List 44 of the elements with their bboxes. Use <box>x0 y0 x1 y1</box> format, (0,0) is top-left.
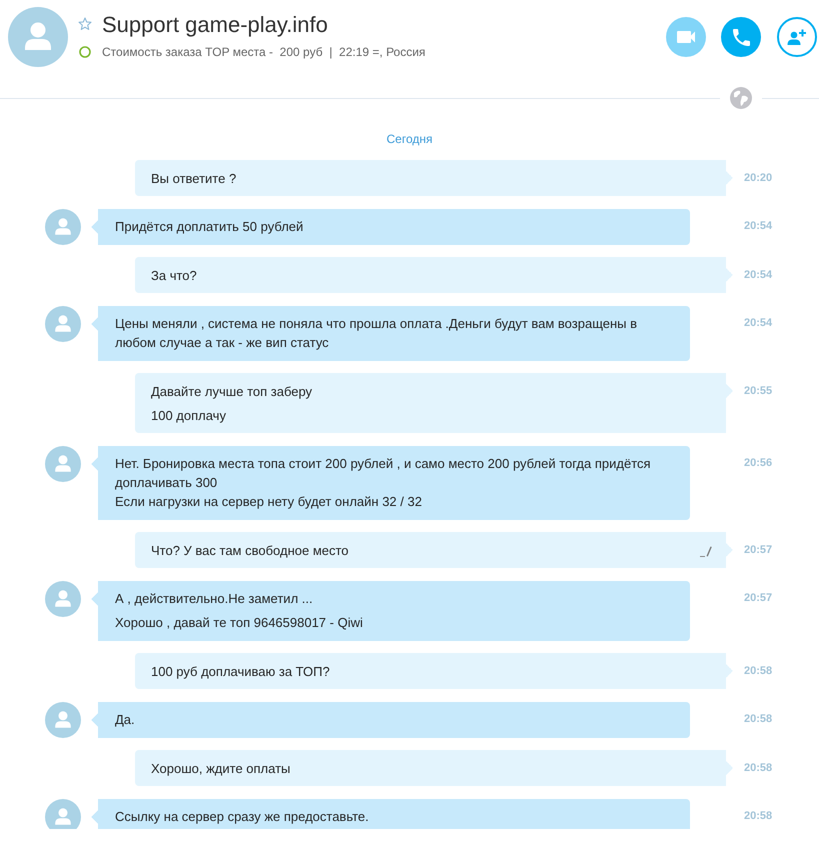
avatar-icon <box>8 7 68 67</box>
message-time: 20:58 <box>744 760 772 776</box>
contact-name: Support game-play.info <box>102 12 328 38</box>
add-person-icon <box>787 29 807 45</box>
message-text: Вы ответите ? <box>151 170 238 188</box>
avatar-icon <box>45 580 81 616</box>
message-time: 20:20 <box>744 170 772 186</box>
globe-icon <box>730 87 752 109</box>
star-icon[interactable] <box>78 17 92 31</box>
add-contact-button[interactable] <box>777 17 817 57</box>
message-text: Ссылку на сервер сразу же предоставьте. <box>115 808 370 826</box>
message-text: Да. <box>115 711 136 729</box>
message-text: Хорошо, ждите оплаты <box>151 760 292 778</box>
message-text: А , действительно.Не заметил ... <box>115 590 314 608</box>
avatar-icon <box>45 446 81 482</box>
message-time: 20:54 <box>744 268 772 282</box>
avatar-icon <box>45 702 81 738</box>
message-text: Придётся доплатить 50 рублей <box>115 218 304 236</box>
message-text: Нет. Бронировка места топа стоит 200 рублей , и само место 200 рублей тогда придётся доплачивать 300 Если нагрузки на сервер нету будет онлайн 32 / 32 <box>115 455 652 511</box>
message-text: 100 руб доплачиваю за ТОП? <box>151 662 331 680</box>
message-time: 20:56 <box>744 456 772 471</box>
call-button[interactable] <box>721 17 761 57</box>
message-time: 20:54 <box>744 219 772 234</box>
message-time: 20:57 <box>744 591 772 606</box>
message-text: Что? У вас там свободное место <box>151 542 350 560</box>
message-text: Хорошо , давай те топ 9646598017 - Qiwi <box>115 614 364 632</box>
video-call-button[interactable] <box>666 17 706 57</box>
message-time: 20:58 <box>744 712 772 727</box>
message-time: 20:54 <box>744 316 772 331</box>
avatar-icon <box>45 306 81 342</box>
avatar-icon <box>45 208 81 244</box>
message-time: 20:55 <box>744 384 772 398</box>
date-separator: Сегодня <box>386 131 434 148</box>
message-time: 20:57 <box>744 542 772 558</box>
avatar-icon <box>45 798 81 829</box>
phone-icon <box>732 28 750 46</box>
message-text: За что? <box>151 266 198 284</box>
message-time: 20:58 <box>744 664 772 678</box>
message-text: 100 доплачу <box>151 406 227 424</box>
message-text: Цены меняли , система не поняла что прошла оплата .Деньги будут вам возращены в любом случае а так - же вип статус <box>115 315 638 352</box>
message-text: Давайте лучше топ заберу <box>151 382 314 400</box>
video-camera-icon <box>677 31 695 43</box>
status-message: Стоимость заказа TOP места - 200 руб | 22:19 =, Россия <box>102 44 426 60</box>
message-time: 20:58 <box>744 809 772 824</box>
